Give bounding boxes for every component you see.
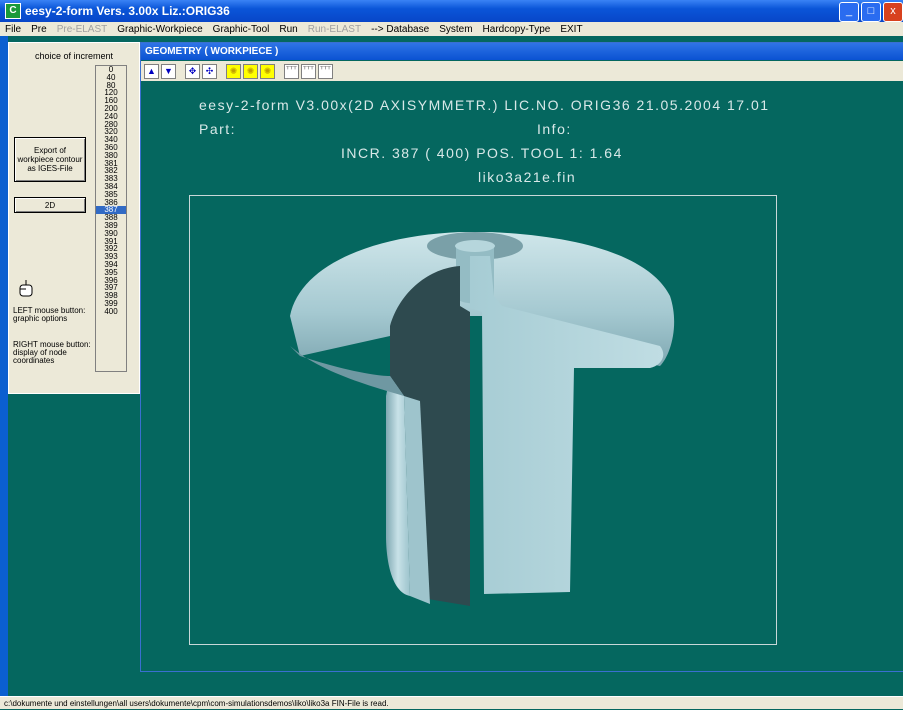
bore-top	[455, 240, 495, 252]
increment-item[interactable]: 400	[96, 307, 126, 316]
desktop-strip	[0, 36, 8, 696]
increment-list[interactable]: 0 40 80 120 160 200 240 280 320 340 360 380 381 382 38…	[95, 65, 127, 372]
geometry-window: GEOMETRY ( WORKPIECE ) ▲ ▼ ✥ ✣ ✺ ✺ ✺ ┬┬┬…	[140, 42, 903, 672]
sun-icon-1[interactable]: ✺	[226, 63, 241, 79]
menu-run-elast[interactable]: Run-ELAST	[303, 24, 366, 35]
info-label: Info:	[537, 121, 572, 137]
drawing-frame[interactable]	[189, 195, 777, 645]
close-button[interactable]: x	[883, 2, 903, 22]
increment-panel: choice of increment Export of workpiece …	[8, 42, 140, 394]
app-icon[interactable]: C	[5, 3, 21, 19]
zoom-in-icon[interactable]: ✥	[185, 63, 200, 79]
menu-graphic-tool[interactable]: Graphic-Tool	[208, 24, 275, 35]
view-2-icon[interactable]: ┬┬┬	[301, 63, 316, 79]
geometry-window-title: GEOMETRY ( WORKPIECE )	[141, 43, 903, 60]
2d-button[interactable]: 2D	[14, 197, 86, 213]
right-mouse-text: RIGHT mouse button: display of node coor…	[13, 340, 91, 365]
menu-graphic-workpiece[interactable]: Graphic-Workpiece	[112, 24, 207, 35]
left-mouse-text: LEFT mouse button: graphic options	[13, 306, 86, 323]
menu-system[interactable]: System	[434, 24, 477, 35]
workpiece-render	[290, 232, 675, 606]
minimize-button[interactable]: _	[839, 2, 859, 22]
view-1-icon[interactable]: ┬┬┬	[284, 63, 299, 79]
menu-database[interactable]: --> Database	[366, 24, 434, 35]
title-bar: C eesy-2-form Vers. 3.00x Liz.:ORIG36 _ …	[0, 0, 903, 22]
export-iges-button[interactable]: Export of workpiece contour as IGES-File	[14, 137, 86, 182]
menu-run[interactable]: Run	[274, 24, 302, 35]
menu-bar: File Pre Pre-ELAST Graphic-Workpiece Gra…	[0, 22, 903, 36]
menu-pre[interactable]: Pre	[26, 24, 52, 35]
window-title: eesy-2-form Vers. 3.00x Liz.:ORIG36	[25, 4, 230, 18]
view-3-icon[interactable]: ┬┬┬	[318, 63, 333, 79]
window-controls: _ □ x	[839, 2, 903, 22]
status-bar: c:\dokumente und einstellungen\all users…	[0, 696, 903, 709]
sun-icon-2[interactable]: ✺	[243, 63, 258, 79]
filename-label: liko3a21e.fin	[478, 169, 577, 185]
menu-hardcopy-type[interactable]: Hardcopy-Type	[478, 24, 556, 35]
menu-file[interactable]: File	[0, 24, 26, 35]
mouse-icon	[19, 280, 33, 297]
sun-icon-3[interactable]: ✺	[260, 63, 275, 79]
part-label: Part:	[199, 121, 237, 137]
increment-line: INCR. 387 ( 400) POS. TOOL 1: 1.64	[341, 145, 623, 161]
maximize-button[interactable]: □	[861, 2, 881, 22]
choice-label: choice of increment	[34, 51, 114, 61]
menu-exit[interactable]: EXIT	[555, 24, 587, 35]
zoom-out-icon[interactable]: ✣	[202, 63, 217, 79]
arrow-up-icon[interactable]: ▲	[144, 63, 159, 79]
header-line: eesy-2-form V3.00x(2D AXISYMMETR.) LIC.N…	[199, 97, 770, 113]
arrow-down-icon[interactable]: ▼	[161, 63, 176, 79]
menu-pre-elast[interactable]: Pre-ELAST	[52, 24, 113, 35]
geometry-toolbar: ▲ ▼ ✥ ✣ ✺ ✺ ✺ ┬┬┬ ┬┬┬ ┬┬┬	[141, 61, 903, 81]
